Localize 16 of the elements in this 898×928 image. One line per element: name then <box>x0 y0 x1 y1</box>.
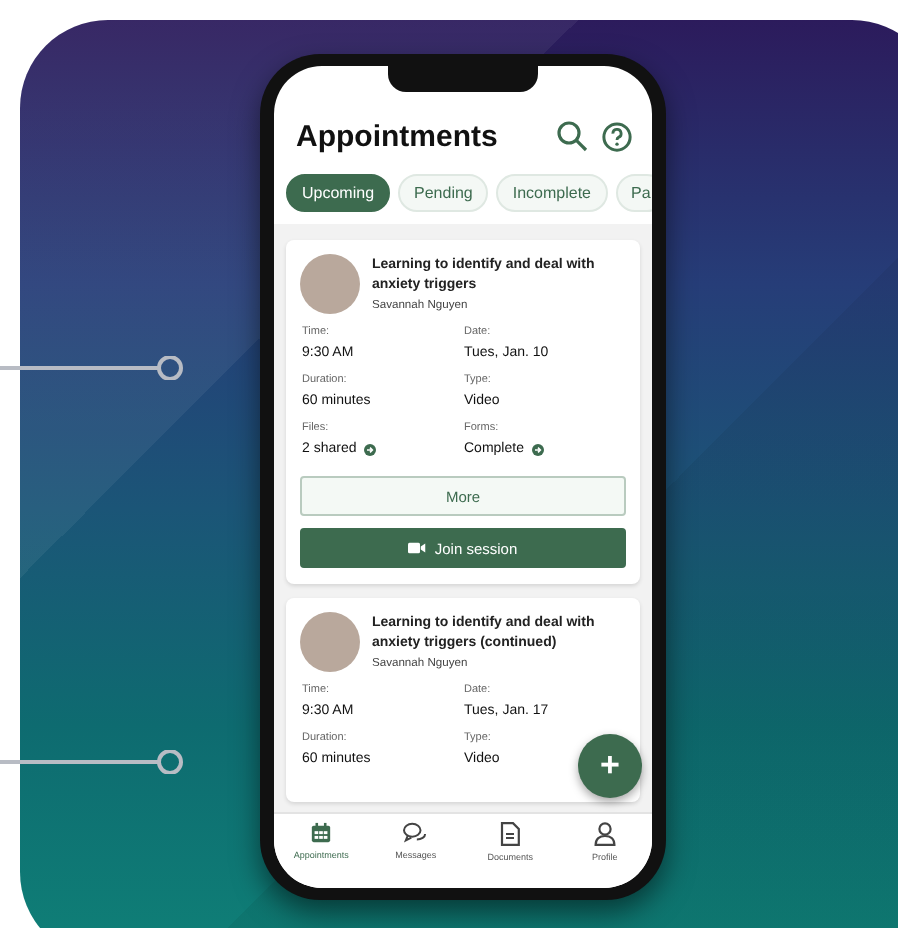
filter-tab[interactable]: Pending <box>398 174 489 212</box>
calendar-icon <box>310 822 333 844</box>
video-camera-icon <box>408 542 427 554</box>
search-icon[interactable] <box>556 120 588 152</box>
document-icon <box>500 822 521 846</box>
avatar <box>300 254 360 314</box>
help-icon[interactable] <box>602 121 632 151</box>
filter-tab[interactable]: Pa <box>615 174 652 212</box>
filter-tab[interactable]: Upcoming <box>286 174 391 212</box>
chat-bubbles-icon <box>402 822 429 844</box>
filter-tab[interactable]: Incomplete <box>496 174 608 212</box>
arrow-circle-icon[interactable] <box>531 443 544 455</box>
arrow-circle-icon[interactable] <box>364 443 377 455</box>
page-title: Appointments <box>296 119 500 153</box>
person-icon <box>593 822 616 846</box>
avatar <box>300 612 360 672</box>
